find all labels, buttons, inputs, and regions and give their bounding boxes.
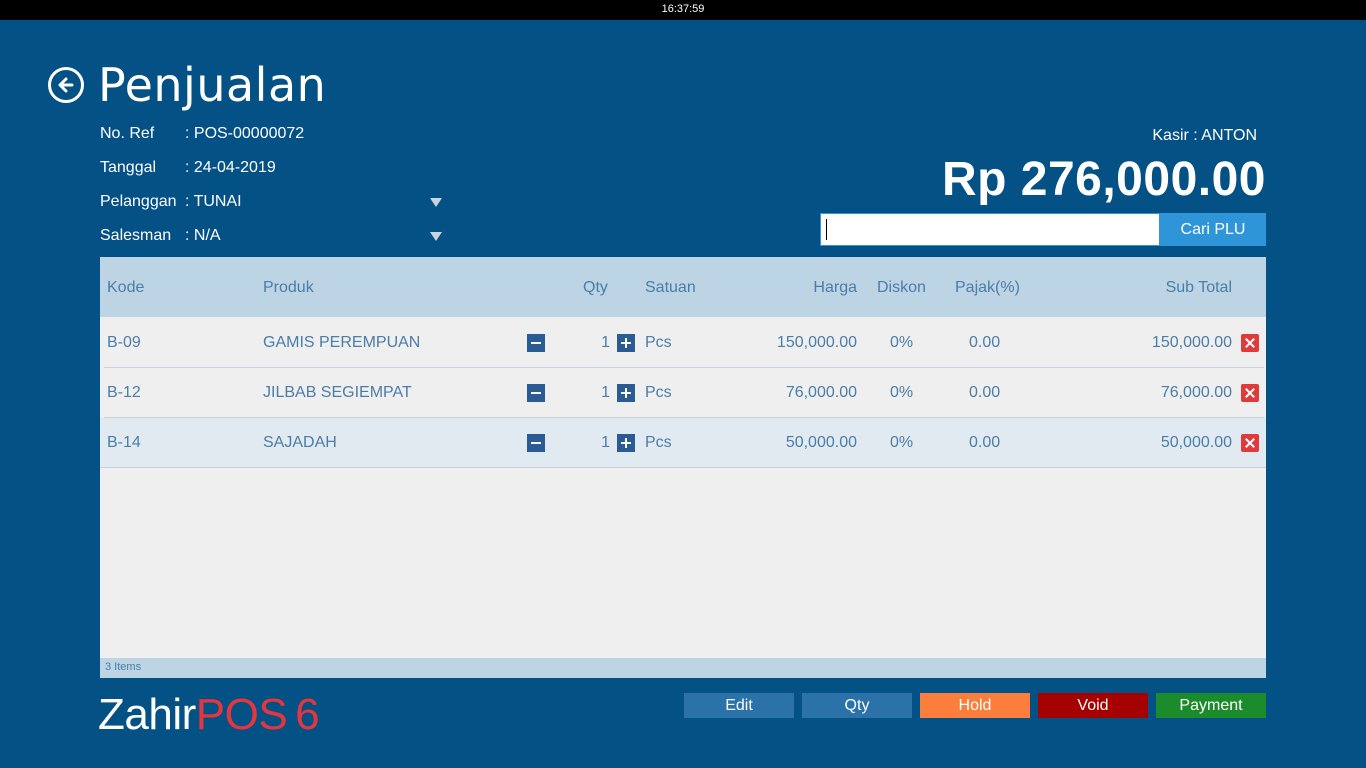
table-footer: 3 Items — [100, 658, 1266, 678]
cell-qty: 1 — [601, 434, 610, 451]
pelanggan-value[interactable]: : TUNAI — [185, 193, 435, 215]
cell-satuan: Pcs — [645, 334, 672, 351]
delete-row-button[interactable] — [1241, 434, 1259, 452]
salesman-label: Salesman — [100, 227, 172, 244]
item-count: 3 Items — [105, 661, 142, 673]
tanggal-row: Tanggal : 24-04-2019 — [100, 159, 435, 181]
header-kode[interactable]: Kode — [107, 279, 144, 297]
cell-subtotal: 50,000.00 — [1160, 434, 1232, 451]
cell-satuan: Pcs — [645, 384, 672, 401]
cell-qty: 1 — [601, 334, 610, 351]
cell-produk: SAJADAH — [263, 434, 337, 451]
arrow-left-icon — [58, 77, 74, 93]
cell-kode: B-14 — [107, 434, 141, 451]
logo-zahir-text: Zahir — [98, 690, 196, 739]
back-button[interactable] — [48, 67, 84, 103]
table-row[interactable]: B-12 JILBAB SEGIEMPAT 1 Pcs 76,000.00 0%… — [104, 368, 1264, 418]
plu-search-input[interactable] — [820, 213, 1160, 246]
delete-row-button[interactable] — [1241, 384, 1259, 402]
cell-pajak: 0.00 — [969, 384, 1001, 401]
system-top-bar: 16:37:59 — [0, 0, 1366, 20]
table-header: Kode Produk Qty Satuan Harga Diskon Paja… — [100, 257, 1266, 317]
chevron-down-icon[interactable] — [430, 232, 442, 241]
cell-kode: B-09 — [107, 334, 141, 351]
text-caret — [826, 219, 827, 240]
salesman-value[interactable]: : N/A — [185, 227, 435, 249]
payment-button[interactable]: Payment — [1156, 693, 1266, 718]
cell-subtotal: 150,000.00 — [1151, 334, 1232, 351]
cell-harga: 150,000.00 — [776, 334, 857, 351]
cell-satuan: Pcs — [645, 434, 672, 451]
logo-version-text: 6 — [295, 690, 320, 739]
cell-kode: B-12 — [107, 384, 141, 401]
header-qty[interactable]: Qty — [583, 279, 608, 297]
no-ref-label: No. Ref — [100, 125, 155, 142]
table-row[interactable]: B-14 SAJADAH 1 Pcs 50,000.00 0% 0.00 50,… — [100, 418, 1266, 468]
cashier-label: Kasir : ANTON — [1152, 127, 1257, 144]
page-title: Penjualan — [98, 58, 327, 112]
tanggal-value: : 24-04-2019 — [185, 159, 276, 176]
cell-pajak: 0.00 — [969, 334, 1001, 351]
grand-total: Rp 276,000.00 — [941, 153, 1266, 206]
tanggal-label: Tanggal — [100, 159, 157, 176]
sales-table: Kode Produk Qty Satuan Harga Diskon Paja… — [100, 257, 1266, 678]
salesman-select[interactable]: Salesman : N/A — [100, 227, 445, 249]
cell-produk: JILBAB SEGIEMPAT — [263, 384, 412, 401]
cari-plu-button[interactable]: Cari PLU — [1160, 213, 1266, 246]
delete-row-button[interactable] — [1241, 334, 1259, 352]
no-ref-row: No. Ref : POS-00000072 — [100, 125, 435, 147]
cell-diskon: 0% — [890, 334, 914, 351]
qty-button[interactable]: Qty — [802, 693, 912, 718]
qty-decrease-button[interactable] — [527, 384, 545, 402]
chevron-down-icon[interactable] — [430, 198, 442, 207]
cell-harga: 76,000.00 — [785, 384, 857, 401]
void-button[interactable]: Void — [1038, 693, 1148, 718]
header-subtotal[interactable]: Sub Total — [1166, 279, 1232, 297]
cell-harga: 50,000.00 — [785, 434, 857, 451]
cell-produk: GAMIS PEREMPUAN — [263, 334, 421, 351]
header-harga[interactable]: Harga — [813, 279, 857, 297]
qty-increase-button[interactable] — [617, 384, 635, 402]
qty-decrease-button[interactable] — [527, 334, 545, 352]
clock: 16:37:59 — [661, 3, 705, 15]
header-produk[interactable]: Produk — [263, 279, 314, 297]
zahirpos-logo: ZahirPOS 6 — [98, 690, 320, 740]
header-pajak[interactable]: Pajak(%) — [955, 279, 1020, 297]
hold-button[interactable]: Hold — [920, 693, 1030, 718]
edit-button[interactable]: Edit — [684, 693, 794, 718]
cell-diskon: 0% — [890, 434, 914, 451]
cell-subtotal: 76,000.00 — [1160, 384, 1232, 401]
no-ref-value: : POS-00000072 — [185, 125, 305, 142]
table-row[interactable]: B-09 GAMIS PEREMPUAN 1 Pcs 150,000.00 0%… — [104, 318, 1264, 368]
header-satuan[interactable]: Satuan — [645, 279, 696, 297]
cell-pajak: 0.00 — [969, 434, 1001, 451]
pelanggan-label: Pelanggan — [100, 193, 177, 210]
pelanggan-select[interactable]: Pelanggan : TUNAI — [100, 193, 445, 215]
header-diskon[interactable]: Diskon — [877, 279, 926, 297]
cell-qty: 1 — [601, 384, 610, 401]
logo-pos-text: POS — [195, 690, 288, 739]
qty-increase-button[interactable] — [617, 434, 635, 452]
cell-diskon: 0% — [890, 384, 914, 401]
qty-increase-button[interactable] — [617, 334, 635, 352]
qty-decrease-button[interactable] — [527, 434, 545, 452]
